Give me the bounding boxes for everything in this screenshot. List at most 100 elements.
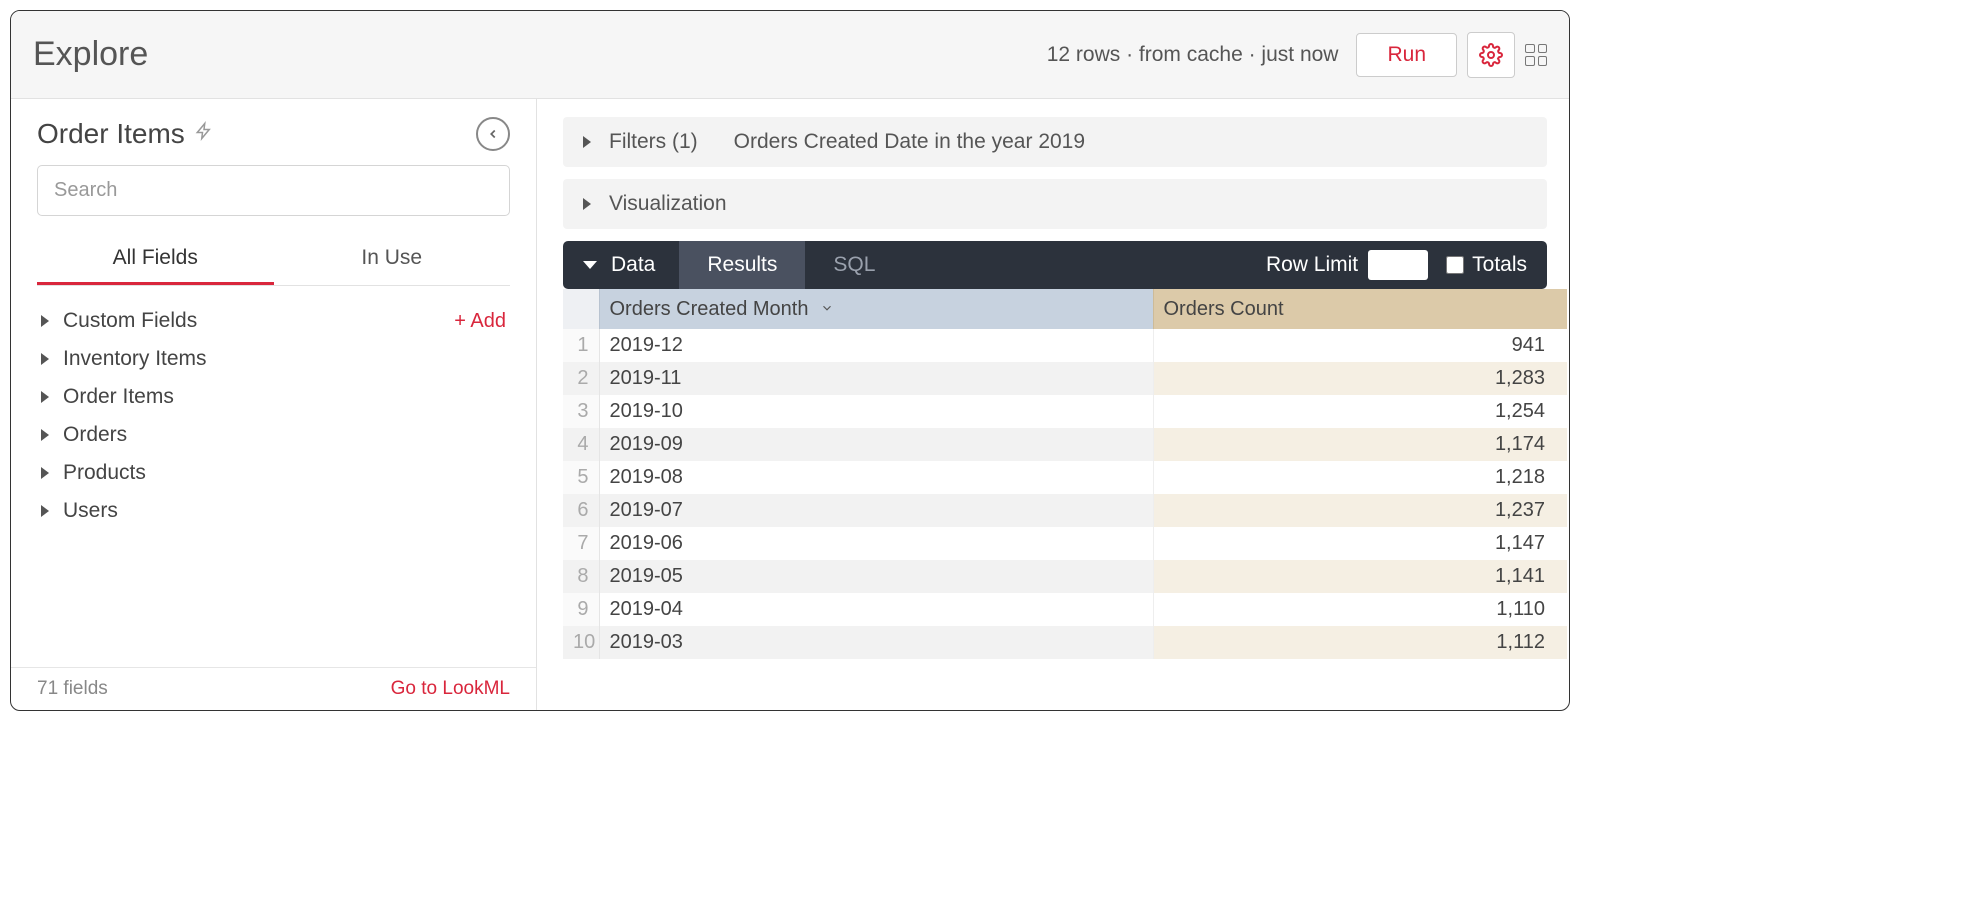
caret-down-icon[interactable] xyxy=(583,261,597,269)
add-custom-field-link[interactable]: + Add xyxy=(454,310,506,333)
field-group-label: Custom Fields xyxy=(63,309,197,333)
query-status: 12 rows · from cache · just now xyxy=(1047,43,1339,67)
tab-results[interactable]: Results xyxy=(679,241,805,289)
page-title: Explore xyxy=(33,35,148,74)
caret-right-icon xyxy=(41,315,49,327)
row-number: 6 xyxy=(563,494,599,527)
run-button[interactable]: Run xyxy=(1356,33,1457,77)
visualization-label: Visualization xyxy=(609,192,727,216)
cell-count[interactable]: 1,141 xyxy=(1153,560,1567,593)
field-group[interactable]: Users xyxy=(37,492,510,530)
cell-count[interactable]: 1,147 xyxy=(1153,527,1567,560)
go-to-lookml-link[interactable]: Go to LookML xyxy=(391,678,510,700)
field-picker-sidebar: Order Items All Fields In Use Custom Fie… xyxy=(11,99,537,710)
filters-panel-toggle[interactable]: Filters (1) Orders Created Date in the y… xyxy=(563,117,1547,167)
cell-month[interactable]: 2019-03 xyxy=(599,626,1153,659)
column-header-count[interactable]: Orders Count xyxy=(1153,289,1567,329)
cell-count[interactable]: 941 xyxy=(1153,329,1567,362)
tab-sql[interactable]: SQL xyxy=(805,241,903,289)
app-window: Explore 12 rows · from cache · just now … xyxy=(10,10,1570,711)
bolt-icon xyxy=(195,119,213,149)
caret-right-icon xyxy=(41,391,49,403)
field-group-label: Inventory Items xyxy=(63,347,207,371)
caret-right-icon xyxy=(41,429,49,441)
row-number: 3 xyxy=(563,395,599,428)
settings-button[interactable] xyxy=(1467,32,1515,78)
cell-month[interactable]: 2019-09 xyxy=(599,428,1153,461)
cell-month[interactable]: 2019-06 xyxy=(599,527,1153,560)
explore-name: Order Items xyxy=(37,118,185,150)
chevron-left-icon xyxy=(486,127,500,141)
sidebar-footer: 71 fields Go to LookML xyxy=(11,667,536,710)
cell-count[interactable]: 1,110 xyxy=(1153,593,1567,626)
cell-count[interactable]: 1,237 xyxy=(1153,494,1567,527)
filters-label: Filters (1) xyxy=(609,130,698,154)
data-label: Data xyxy=(611,253,655,277)
gear-icon xyxy=(1479,43,1503,67)
table-row: 22019-111,283 xyxy=(563,362,1567,395)
field-group[interactable]: Inventory Items xyxy=(37,340,510,378)
caret-right-icon xyxy=(41,467,49,479)
dashboard-grid-icon[interactable] xyxy=(1525,44,1547,66)
field-search-input[interactable] xyxy=(37,165,510,216)
cell-month[interactable]: 2019-07 xyxy=(599,494,1153,527)
cell-count[interactable]: 1,254 xyxy=(1153,395,1567,428)
table-row: 12019-12941 xyxy=(563,329,1567,362)
row-limit-label: Row Limit xyxy=(1266,253,1358,277)
filters-summary: Orders Created Date in the year 2019 xyxy=(734,130,1085,154)
sort-desc-icon xyxy=(820,298,834,321)
table-row: 52019-081,218 xyxy=(563,461,1567,494)
tab-all-fields[interactable]: All Fields xyxy=(37,234,274,285)
table-row: 82019-051,141 xyxy=(563,560,1567,593)
cell-month[interactable]: 2019-10 xyxy=(599,395,1153,428)
table-row: 72019-061,147 xyxy=(563,527,1567,560)
cell-month[interactable]: 2019-11 xyxy=(599,362,1153,395)
main-panel: Filters (1) Orders Created Date in the y… xyxy=(537,99,1569,710)
field-group[interactable]: Orders xyxy=(37,416,510,454)
row-number-header xyxy=(563,289,599,329)
row-number: 8 xyxy=(563,560,599,593)
table-row: 102019-031,112 xyxy=(563,626,1567,659)
visualization-panel-toggle[interactable]: Visualization xyxy=(563,179,1547,229)
table-row: 32019-101,254 xyxy=(563,395,1567,428)
row-number: 1 xyxy=(563,329,599,362)
row-number: 7 xyxy=(563,527,599,560)
results-table: Orders Created Month Orders Count 12019-… xyxy=(563,289,1567,659)
header: Explore 12 rows · from cache · just now … xyxy=(11,11,1569,99)
row-number: 9 xyxy=(563,593,599,626)
collapse-sidebar-button[interactable] xyxy=(476,117,510,151)
row-number: 2 xyxy=(563,362,599,395)
caret-right-icon xyxy=(41,505,49,517)
column-header-month[interactable]: Orders Created Month xyxy=(599,289,1153,329)
field-count: 71 fields xyxy=(37,678,108,700)
cell-month[interactable]: 2019-08 xyxy=(599,461,1153,494)
row-number: 10 xyxy=(563,626,599,659)
data-panel-bar: Data Results SQL Row Limit Totals xyxy=(563,241,1547,289)
cell-month[interactable]: 2019-12 xyxy=(599,329,1153,362)
field-tabs: All Fields In Use xyxy=(37,234,510,286)
totals-checkbox[interactable] xyxy=(1446,256,1464,274)
cell-count[interactable]: 1,112 xyxy=(1153,626,1567,659)
field-group[interactable]: Products xyxy=(37,454,510,492)
field-group-label: Products xyxy=(63,461,146,485)
caret-right-icon xyxy=(41,353,49,365)
totals-label: Totals xyxy=(1472,253,1527,277)
field-group-label: Orders xyxy=(63,423,127,447)
field-group-label: Users xyxy=(63,499,118,523)
cell-month[interactable]: 2019-04 xyxy=(599,593,1153,626)
table-row: 92019-041,110 xyxy=(563,593,1567,626)
field-group[interactable]: Order Items xyxy=(37,378,510,416)
field-group[interactable]: Custom Fields + Add xyxy=(37,302,510,340)
field-group-label: Order Items xyxy=(63,385,174,409)
caret-right-icon xyxy=(583,136,591,148)
caret-right-icon xyxy=(583,198,591,210)
table-row: 62019-071,237 xyxy=(563,494,1567,527)
row-limit-input[interactable] xyxy=(1368,250,1428,280)
row-number: 5 xyxy=(563,461,599,494)
cell-month[interactable]: 2019-05 xyxy=(599,560,1153,593)
cell-count[interactable]: 1,218 xyxy=(1153,461,1567,494)
cell-count[interactable]: 1,283 xyxy=(1153,362,1567,395)
table-row: 42019-091,174 xyxy=(563,428,1567,461)
cell-count[interactable]: 1,174 xyxy=(1153,428,1567,461)
tab-in-use[interactable]: In Use xyxy=(274,234,511,285)
